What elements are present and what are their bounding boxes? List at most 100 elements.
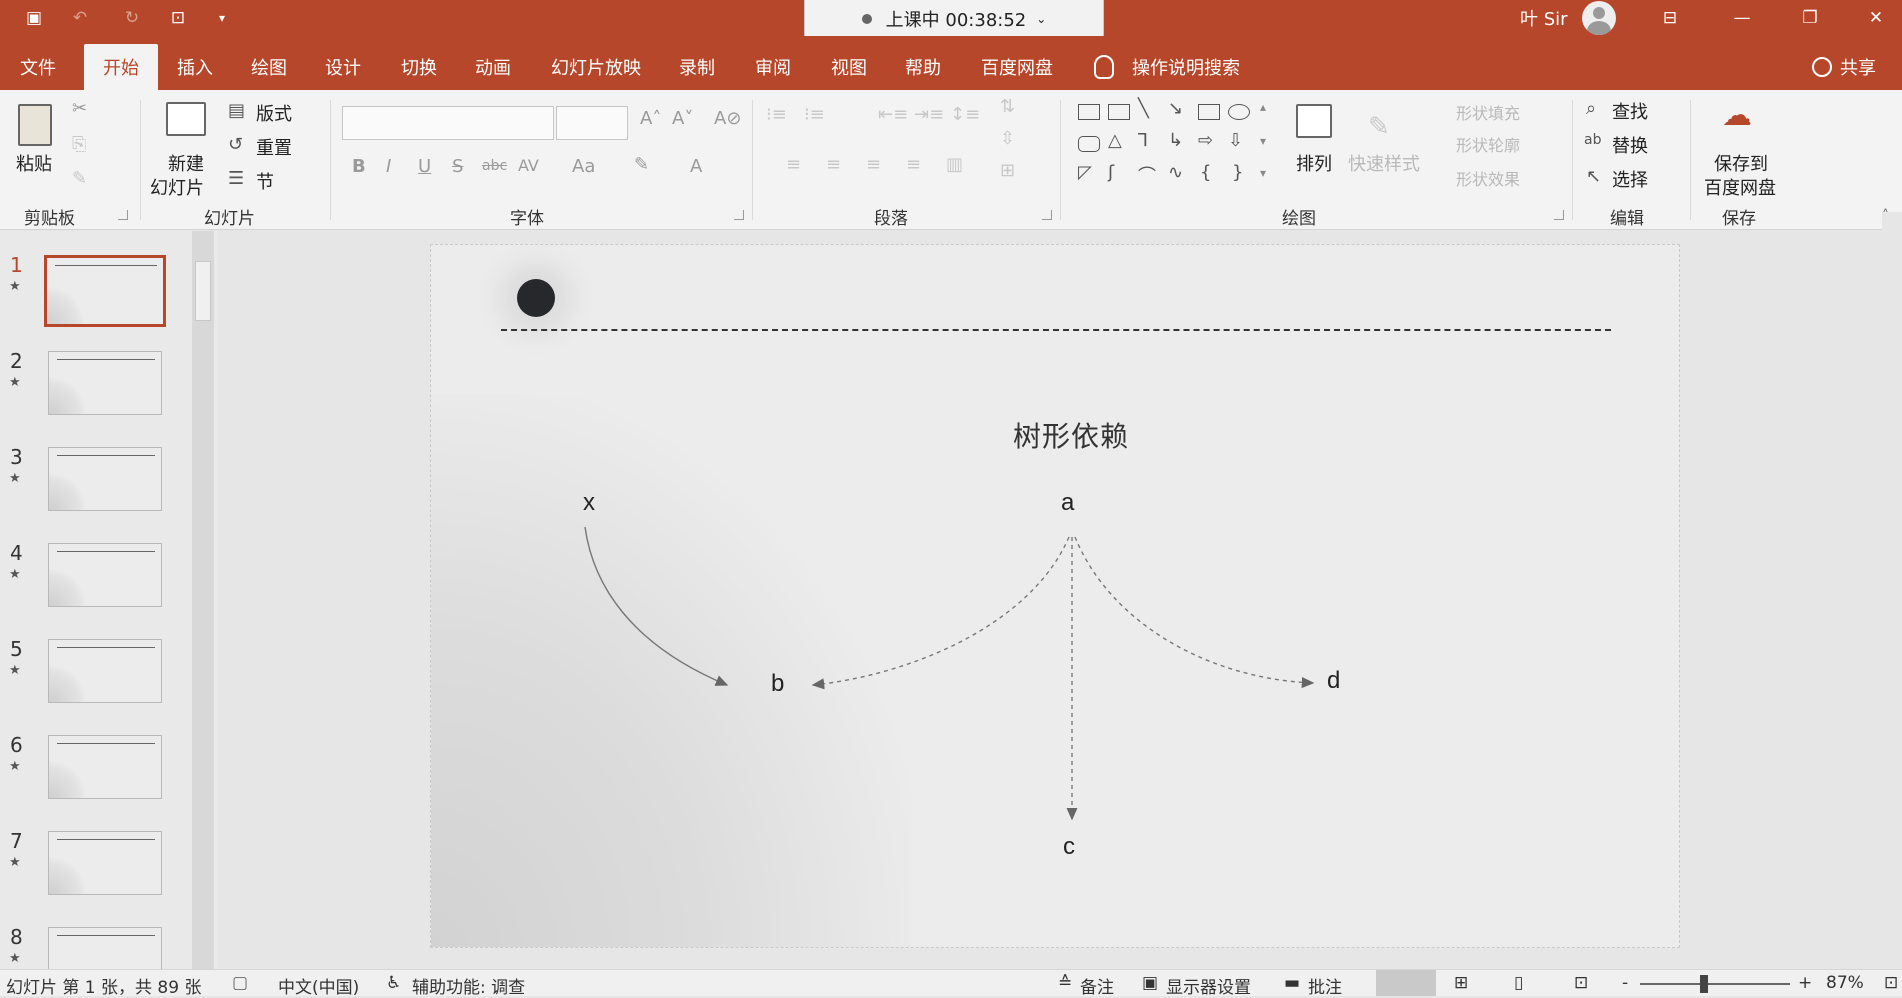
- tab-home[interactable]: 开始: [84, 44, 158, 90]
- notes-button[interactable]: 备注: [1080, 973, 1114, 998]
- display-settings-button[interactable]: 显示器设置: [1166, 973, 1251, 998]
- replace-button[interactable]: 替换: [1612, 132, 1648, 158]
- shapes-scroll-up-icon[interactable]: ▴: [1260, 100, 1266, 114]
- avatar[interactable]: [1581, 1, 1616, 35]
- align-right-icon[interactable]: ≡: [866, 154, 881, 175]
- arrow-line-shape-icon[interactable]: ↘: [1168, 98, 1183, 119]
- normal-view-button[interactable]: [1376, 970, 1436, 996]
- right-brace-shape-icon[interactable]: }: [1232, 162, 1243, 183]
- tab-insert[interactable]: 插入: [162, 44, 228, 90]
- slide-1[interactable]: 树形依赖 x a b d c: [430, 244, 1680, 948]
- zoom-slider-thumb[interactable]: [1700, 975, 1708, 993]
- textbox-shape-icon[interactable]: [1078, 104, 1100, 120]
- format-painter-icon[interactable]: ✎: [72, 168, 87, 189]
- slide-thumbnail-2[interactable]: [48, 351, 162, 415]
- reset-button[interactable]: 重置: [256, 134, 292, 160]
- customize-toolbar-icon[interactable]: ▾: [204, 0, 240, 36]
- zoom-out-button[interactable]: -: [1622, 973, 1628, 993]
- increase-font-icon[interactable]: A˄: [640, 108, 661, 129]
- fit-to-window-icon[interactable]: ⊡: [1884, 973, 1898, 993]
- rounded-rectangle-shape-icon[interactable]: [1078, 136, 1100, 152]
- font-color-button[interactable]: A: [690, 156, 702, 177]
- new-slide-label-1[interactable]: 新建: [168, 150, 204, 176]
- present-from-start-icon[interactable]: ⊡: [160, 0, 196, 36]
- node-a[interactable]: a: [1061, 489, 1074, 517]
- comments-button[interactable]: 批注: [1308, 973, 1342, 998]
- text-direction-icon[interactable]: ⇅: [1000, 96, 1015, 117]
- character-spacing-button[interactable]: AV: [518, 156, 539, 175]
- freeform-shape-icon[interactable]: ◸: [1078, 162, 1092, 183]
- slide-thumbnail-6[interactable]: [48, 735, 162, 799]
- numbering-icon[interactable]: ⁝≡: [804, 104, 825, 125]
- node-x[interactable]: x: [583, 489, 595, 517]
- redo-icon[interactable]: ↻: [114, 0, 150, 36]
- quick-styles-button[interactable]: 快速样式: [1348, 150, 1420, 176]
- canvas-vertical-scrollbar[interactable]: [1882, 212, 1902, 969]
- italic-button[interactable]: I: [386, 156, 391, 177]
- recording-indicator[interactable]: 上课中 00:38:52 ⌄: [804, 0, 1104, 38]
- slide-thumbnail-3[interactable]: [48, 447, 162, 511]
- node-d[interactable]: d: [1327, 667, 1340, 695]
- language-indicator[interactable]: 中文(中国): [278, 973, 359, 998]
- change-case-button[interactable]: Aa: [572, 156, 595, 177]
- curve-shape-icon[interactable]: ∿: [1168, 162, 1183, 183]
- highlight-icon[interactable]: ✎: [634, 154, 649, 175]
- restore-icon[interactable]: ❐: [1780, 0, 1840, 36]
- tab-file[interactable]: 文件: [0, 44, 76, 90]
- drawing-launcher-icon[interactable]: [1554, 210, 1564, 220]
- slide-thumbnail-1[interactable]: [44, 255, 166, 327]
- tell-me-search[interactable]: 操作说明搜索: [1094, 44, 1240, 90]
- columns-icon[interactable]: ▥: [946, 154, 963, 175]
- align-text-icon[interactable]: ⇳: [1000, 128, 1015, 149]
- scribble-shape-icon[interactable]: ʃ: [1108, 162, 1114, 183]
- save-to-label-1[interactable]: 保存到: [1714, 150, 1768, 176]
- node-b[interactable]: b: [771, 670, 784, 698]
- spelling-icon[interactable]: ▢: [232, 973, 248, 993]
- shapes-more-icon[interactable]: ▾: [1260, 166, 1266, 180]
- align-center-icon[interactable]: ≡: [826, 154, 841, 175]
- account[interactable]: 叶 Sir: [1520, 0, 1616, 36]
- text-shadow-button[interactable]: S: [452, 156, 463, 177]
- scrollbar-thumb[interactable]: [195, 261, 211, 321]
- accessibility-status[interactable]: 辅助功能: 调查: [412, 973, 525, 998]
- tab-slideshow[interactable]: 幻灯片放映: [540, 44, 652, 90]
- undo-icon[interactable]: ↶: [62, 0, 98, 36]
- right-arrow-shape-icon[interactable]: ⇨: [1198, 130, 1213, 151]
- arrange-button[interactable]: 排列: [1296, 150, 1332, 176]
- zoom-level[interactable]: 87%: [1826, 973, 1864, 993]
- slide-sorter-icon[interactable]: ⊞: [1454, 973, 1468, 993]
- shape-effects-button[interactable]: 形状效果: [1456, 166, 1520, 190]
- select-button[interactable]: 选择: [1612, 166, 1648, 192]
- new-slide-label-2[interactable]: 幻灯片: [150, 174, 204, 200]
- minimize-icon[interactable]: —: [1712, 0, 1772, 36]
- tab-record[interactable]: 录制: [664, 44, 730, 90]
- slideshow-icon[interactable]: ⊡: [1574, 973, 1588, 993]
- triangle-shape-icon[interactable]: △: [1108, 130, 1122, 151]
- tab-design[interactable]: 设计: [310, 44, 376, 90]
- decrease-font-icon[interactable]: A˅: [672, 108, 693, 129]
- section-button[interactable]: 节: [256, 168, 274, 194]
- smartart-icon[interactable]: ⊞: [1000, 160, 1015, 181]
- tab-draw[interactable]: 绘图: [236, 44, 302, 90]
- decrease-indent-icon[interactable]: ⇤≡: [878, 104, 908, 125]
- align-left-icon[interactable]: ≡: [786, 154, 801, 175]
- save-icon[interactable]: ▣: [16, 0, 52, 36]
- underline-button[interactable]: U: [418, 156, 431, 177]
- ribbon-display-options-icon[interactable]: ⊟: [1640, 0, 1700, 36]
- paragraph-launcher-icon[interactable]: [1042, 210, 1052, 220]
- slide-thumbnail-5[interactable]: [48, 639, 162, 703]
- close-icon[interactable]: ✕: [1846, 0, 1902, 36]
- save-to-label-2[interactable]: 百度网盘: [1704, 174, 1776, 200]
- zoom-slider[interactable]: [1640, 983, 1790, 985]
- shapes-scroll-down-icon[interactable]: ▾: [1260, 134, 1266, 148]
- slide-thumbnail-7[interactable]: [48, 831, 162, 895]
- tab-baidu-netdisk[interactable]: 百度网盘: [966, 44, 1068, 90]
- rectangle-shape-icon[interactable]: [1198, 104, 1220, 120]
- tab-transitions[interactable]: 切换: [386, 44, 452, 90]
- copy-icon[interactable]: ⎘: [72, 134, 86, 155]
- bullets-icon[interactable]: ⁝≡: [766, 104, 787, 125]
- paste-button[interactable]: 粘贴: [16, 150, 52, 176]
- tab-animations[interactable]: 动画: [460, 44, 526, 90]
- shape-fill-button[interactable]: 形状填充: [1456, 100, 1520, 124]
- tab-review[interactable]: 审阅: [740, 44, 806, 90]
